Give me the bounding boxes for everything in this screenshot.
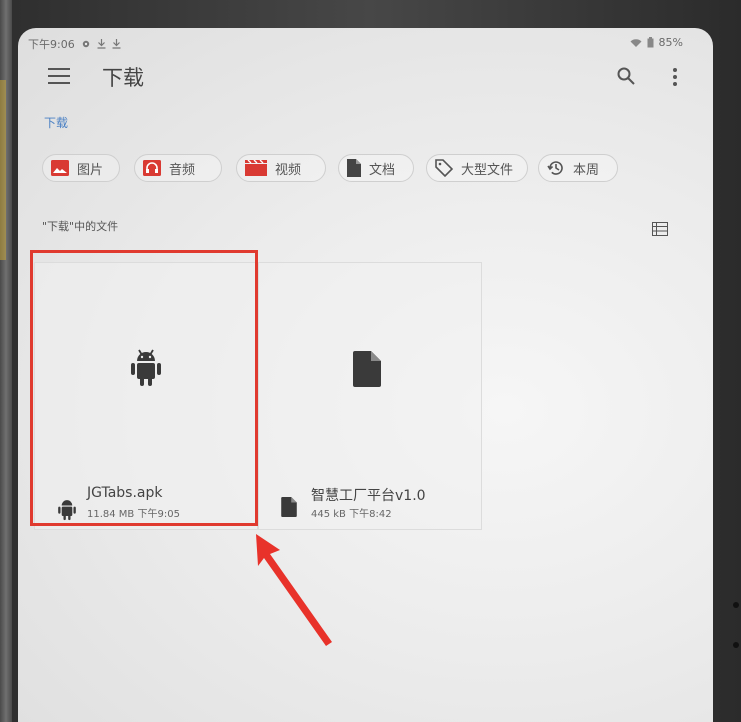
more-vert-icon[interactable] <box>670 66 680 88</box>
file-card-document[interactable]: 智慧工厂平台v1.0 445 kB 下午8:42 <box>258 262 482 530</box>
wifi-icon <box>630 38 642 47</box>
settings-gear-icon <box>82 40 89 48</box>
file-name: JGTabs.apk <box>87 485 163 501</box>
side-dot <box>733 602 739 608</box>
file-time: 下午8:42 <box>349 509 392 520</box>
download-icon <box>112 39 121 49</box>
android-icon <box>58 500 76 521</box>
audio-icon <box>143 160 161 176</box>
chip-this-week[interactable]: 本周 <box>538 154 618 182</box>
search-icon[interactable] <box>616 66 636 86</box>
device-frame-reflection <box>0 80 6 260</box>
app-bar: 下载 <box>18 54 713 106</box>
download-icon <box>97 39 106 49</box>
chip-label: 音频 <box>169 162 196 178</box>
chip-documents[interactable]: 文档 <box>338 154 414 182</box>
chip-large-files[interactable]: 大型文件 <box>426 154 528 182</box>
document-icon <box>347 159 361 177</box>
page-title: 下载 <box>102 66 144 90</box>
file-footer: 智慧工厂平台v1.0 445 kB 下午8:42 <box>259 475 481 529</box>
tablet-screen: 下午9:06 85% 下载 下载 图片 音频 视频 文档 大型文件 本周 "下载… <box>18 28 713 722</box>
section-label: "下载"中的文件 <box>42 220 119 233</box>
file-thumbnail <box>35 263 257 475</box>
menu-icon[interactable] <box>48 68 70 84</box>
chip-images[interactable]: 图片 <box>42 154 120 182</box>
chip-label: 文档 <box>369 162 396 178</box>
chip-label: 图片 <box>77 162 104 178</box>
file-time: 下午9:05 <box>137 509 180 520</box>
file-meta: 445 kB 下午8:42 <box>311 505 392 520</box>
chip-label: 视频 <box>275 162 302 178</box>
breadcrumb[interactable]: 下载 <box>44 114 68 131</box>
chip-label: 大型文件 <box>461 162 514 178</box>
list-view-icon[interactable] <box>652 222 668 236</box>
battery-icon <box>647 37 654 48</box>
chip-label: 本周 <box>573 162 600 178</box>
file-name: 智慧工厂平台v1.0 <box>311 488 426 504</box>
image-icon <box>51 160 69 176</box>
chip-video[interactable]: 视频 <box>236 154 326 182</box>
file-icon <box>353 351 381 387</box>
chip-audio[interactable]: 音频 <box>134 154 222 182</box>
android-icon <box>131 349 161 386</box>
status-time: 下午9:06 <box>28 38 75 51</box>
file-size: 445 kB <box>311 509 346 520</box>
tag-icon <box>435 159 453 177</box>
status-bar: 下午9:06 85% <box>18 28 713 54</box>
side-dot <box>733 642 739 648</box>
file-meta: 11.84 MB 下午9:05 <box>87 505 180 520</box>
battery-level: 85% <box>658 36 683 49</box>
file-icon <box>281 497 297 517</box>
file-footer: JGTabs.apk 11.84 MB 下午9:05 <box>35 475 257 529</box>
file-thumbnail <box>259 263 481 475</box>
video-icon <box>245 160 267 176</box>
history-icon <box>547 161 563 175</box>
file-size: 11.84 MB <box>87 509 135 520</box>
file-card-apk[interactable]: JGTabs.apk 11.84 MB 下午9:05 <box>34 262 258 530</box>
